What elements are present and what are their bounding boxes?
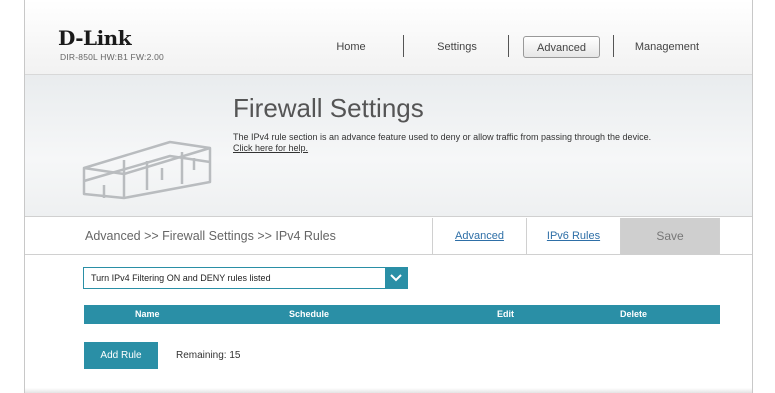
model-info: DIR-850L HW:B1 FW:2.00 [60,52,164,62]
nav-advanced[interactable]: Advanced [523,36,600,58]
remaining-count: Remaining: 15 [176,350,241,361]
breadcrumb: Advanced >> Firewall Settings >> IPv4 Ru… [85,229,336,243]
page-title: Firewall Settings [233,93,424,123]
nav-separator [403,35,404,57]
column-header-name: Name [135,309,160,319]
column-header-schedule: Schedule [289,309,330,319]
chevron-down-icon [390,274,402,282]
bottom-shadow [25,388,752,393]
save-button[interactable]: Save [620,218,720,255]
nav-home[interactable]: Home [326,36,376,58]
ipv4-filter-select[interactable]: Turn IPv4 Filtering ON and DENY rules li… [83,267,408,289]
page-border-right [752,0,753,393]
add-rule-button[interactable]: Add Rule [84,342,158,369]
dropdown-toggle[interactable] [385,268,407,288]
rules-table-header: Name Schedule Edit Delete [84,305,720,324]
tab-advanced[interactable]: Advanced [432,218,526,255]
column-header-delete: Delete [620,309,648,319]
tab-ipv6-rules[interactable]: IPv6 Rules [526,218,620,255]
page-description: The IPv4 rule section is an advance feat… [233,132,652,142]
nav-separator [508,35,509,57]
brick-wall-icon [82,140,212,200]
help-link[interactable]: Click here for help. [233,143,308,153]
column-header-edit: Edit [497,309,514,319]
nav-separator [613,35,614,57]
ipv4-filter-select-value: Turn IPv4 Filtering ON and DENY rules li… [91,273,271,283]
dlink-logo: D-Link [58,26,132,50]
router-admin-page: D-Link DIR-850L HW:B1 FW:2.00 Home Setti… [0,0,775,393]
nav-management[interactable]: Management [632,36,702,58]
nav-settings[interactable]: Settings [432,36,482,58]
